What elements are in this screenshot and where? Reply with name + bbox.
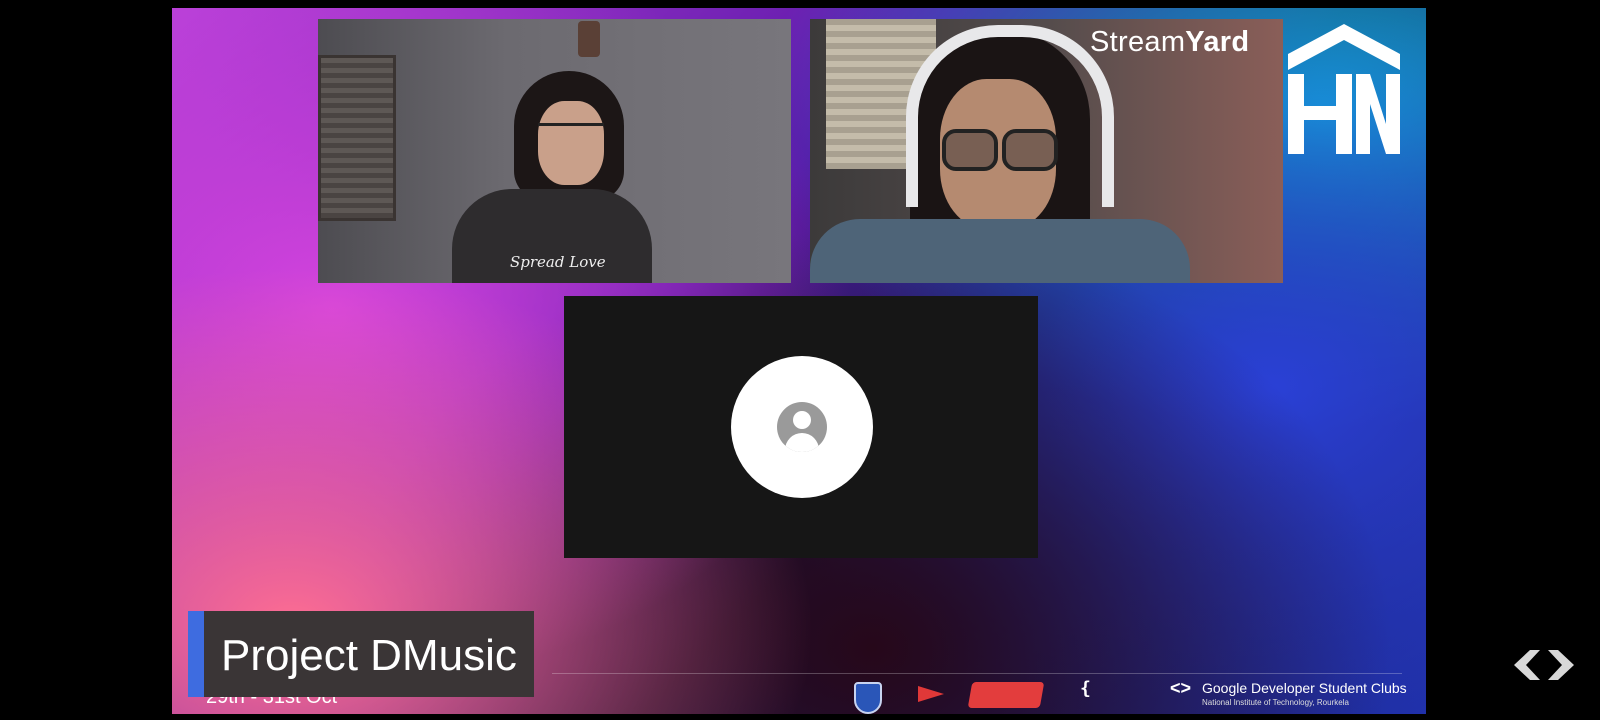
gdsc-title: Google Developer Student Clubs [1202,680,1407,696]
sponsor-pennant-logo [918,686,944,702]
participant-3-tile[interactable] [564,296,1038,558]
gdsc-subtitle: National Institute of Technology, Rourke… [1202,698,1349,707]
participant-1-video[interactable]: Spread Love [318,19,791,283]
person-icon [777,402,827,452]
glasses [538,123,604,144]
streamyard-logo: StreamYard [1090,26,1250,58]
navigation-arrows-icon[interactable] [1512,648,1576,682]
jacket [810,219,1190,283]
stream-stage: Spread Love StreamYard 29th - 31st Oct P… [172,8,1426,714]
title-card: Project DMusic [188,611,534,697]
shirt-text: Spread Love [510,253,606,271]
sponsor-opencode-logo: { [1080,678,1091,699]
sponsor-shield-logo [854,682,882,714]
title-accent-bar [188,611,204,697]
title-label: Project DMusic [221,631,517,680]
window-shutter [318,55,396,221]
headphones [906,25,1114,207]
wall-lamp [578,21,600,57]
glasses [942,129,1058,171]
gdsc-logo: <> Google Developer Student Clubs Nation… [1170,678,1410,710]
footer-divider [552,673,1402,674]
avatar [731,356,873,498]
person-shirt: Spread Love [452,189,652,283]
sponsor-hack-club-logo [967,682,1045,708]
hn-logo [1288,24,1400,154]
gdsc-chevrons-icon: <> [1170,678,1192,698]
